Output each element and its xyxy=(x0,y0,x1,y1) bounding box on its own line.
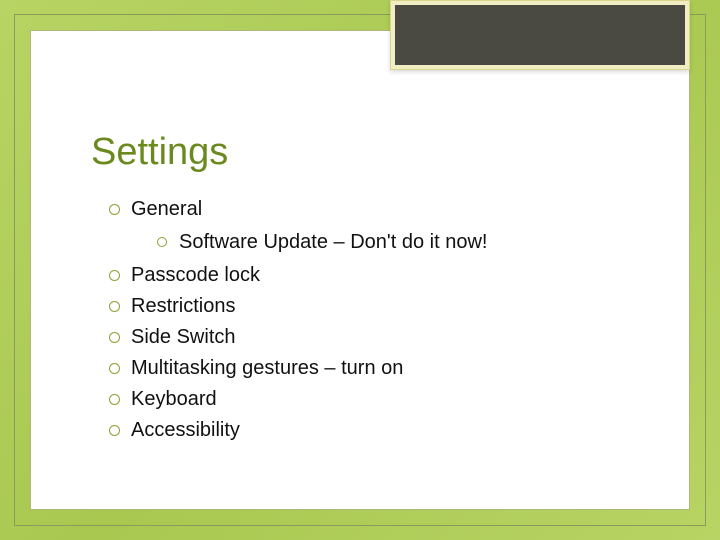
list-item: Side Switch xyxy=(109,322,649,353)
list-item-label: Side Switch xyxy=(131,326,236,348)
list-item-label: Restrictions xyxy=(131,295,235,317)
list-item-label: General xyxy=(131,198,202,220)
list-item: Accessibility xyxy=(109,415,649,446)
slide-panel: Settings General Software Update – Don't… xyxy=(30,30,690,510)
list-item-label: Passcode lock xyxy=(131,264,260,286)
slide-content: Settings General Software Update – Don't… xyxy=(91,131,649,469)
list-item-label: Accessibility xyxy=(131,419,240,441)
list-item: Passcode lock xyxy=(109,260,649,291)
list-item: Multitasking gestures – turn on xyxy=(109,353,649,384)
list-item-label: Keyboard xyxy=(131,388,217,410)
list-item-label: Software Update – Don't do it now! xyxy=(179,231,487,253)
bullet-list: General Software Update – Don't do it no… xyxy=(91,194,649,446)
list-item: Software Update – Don't do it now! xyxy=(157,227,649,258)
decorative-header-box xyxy=(390,0,690,70)
list-item: Restrictions xyxy=(109,291,649,322)
slide-title: Settings xyxy=(91,131,649,174)
sub-list: Software Update – Don't do it now! xyxy=(131,227,649,258)
list-item: General Software Update – Don't do it no… xyxy=(109,194,649,258)
list-item: Keyboard xyxy=(109,384,649,415)
list-item-label: Multitasking gestures – turn on xyxy=(131,357,403,379)
